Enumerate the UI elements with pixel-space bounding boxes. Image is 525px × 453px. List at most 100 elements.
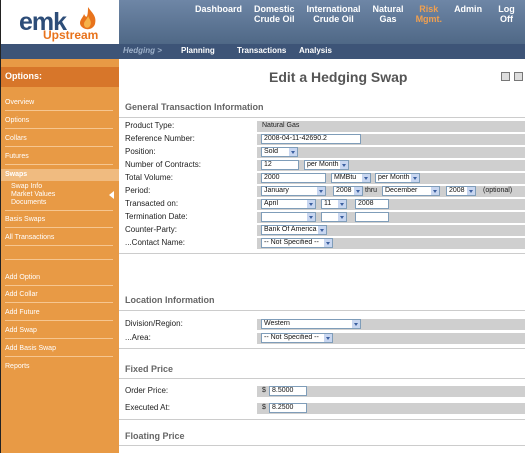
transacted-month-value: April: [264, 200, 279, 207]
volume-per-value: per Month: [378, 174, 410, 181]
contracts-unit-select[interactable]: per Month: [304, 160, 349, 170]
period-from-month-select[interactable]: January: [261, 186, 326, 196]
sidebar-item-collars[interactable]: Collars: [5, 135, 27, 142]
section-fixed-price: Fixed Price: [125, 364, 174, 374]
sidebar-item-basis-swaps[interactable]: Basis Swaps: [5, 216, 45, 223]
counterparty-select[interactable]: Bank Of America: [261, 225, 327, 235]
divider: [5, 338, 113, 339]
sidebar-heading-label: Options:: [5, 71, 42, 81]
sidebar-action-add-option[interactable]: Add Option: [5, 274, 40, 281]
logo[interactable]: emk Upstream: [1, 0, 119, 44]
nav-risk-mgmt[interactable]: Risk Mgmt.: [410, 4, 449, 24]
volume-per-select[interactable]: per Month: [375, 173, 420, 183]
volume-input[interactable]: 2000: [261, 173, 326, 183]
termination-year-input[interactable]: [355, 212, 389, 222]
chevron-down-icon: [307, 213, 315, 221]
label-termination: Termination Date:: [125, 212, 188, 221]
nav-admin[interactable]: Admin: [448, 4, 488, 24]
divider: [5, 128, 113, 129]
volume-unit-value: MMBtu: [334, 174, 357, 181]
divider: [119, 117, 525, 118]
divider: [5, 285, 113, 286]
divider: [5, 164, 113, 165]
nav-domestic-crude[interactable]: Domestic Crude Oil: [248, 4, 301, 24]
chevron-down-icon: [338, 200, 346, 208]
sidebar-item-overview[interactable]: Overview: [5, 99, 34, 106]
chevron-down-icon: [318, 226, 326, 234]
nav-dashboard[interactable]: Dashboard: [189, 4, 248, 24]
position-value: Sold: [264, 148, 279, 155]
top-header: emk Upstream Dashboard Domestic Crude Oi…: [1, 0, 525, 44]
chevron-down-icon: [340, 161, 348, 169]
sidebar-subitem-market-values[interactable]: Market Values: [11, 191, 55, 199]
executed-price-input[interactable]: 8.2500: [269, 403, 307, 413]
sidebar: Options: Overview Options Collars Future…: [1, 59, 119, 453]
chevron-down-icon: [362, 174, 370, 182]
transacted-day-value: 11: [324, 200, 332, 207]
label-reference: Reference Number:: [125, 134, 195, 143]
divider: [5, 210, 113, 211]
order-price-input[interactable]: 8.5000: [269, 386, 307, 396]
divider: [119, 253, 525, 254]
section-floating-price: Floating Price: [125, 431, 185, 441]
nav-log-off[interactable]: Log Off: [488, 4, 525, 24]
termination-day-select[interactable]: [321, 212, 347, 222]
chevron-down-icon: [324, 239, 332, 247]
nav-international-crude[interactable]: International Crude Oil: [301, 4, 367, 24]
subnav-transactions[interactable]: Transactions: [237, 46, 286, 55]
transacted-year-input[interactable]: 2008: [355, 199, 389, 209]
sidebar-action-add-basis-swap[interactable]: Add Basis Swap: [5, 345, 56, 352]
chevron-down-icon: [317, 187, 325, 195]
division-select[interactable]: Western: [261, 319, 361, 329]
sidebar-item-futures[interactable]: Futures: [5, 153, 29, 160]
sidebar-action-add-future[interactable]: Add Future: [5, 309, 40, 316]
division-value: Western: [264, 320, 290, 327]
sidebar-subitem-swap-info[interactable]: Swap Info: [11, 183, 42, 191]
contact-select[interactable]: -- Not Specified --: [261, 238, 333, 248]
sidebar-item-swaps[interactable]: Swaps: [5, 171, 27, 178]
volume-unit-select[interactable]: MMBtu: [331, 173, 371, 183]
contracts-input[interactable]: 12: [261, 160, 299, 170]
divider: [119, 445, 525, 446]
currency-symbol: $: [262, 387, 266, 394]
sidebar-action-reports[interactable]: Reports: [5, 363, 30, 370]
label-transacted: Transacted on:: [125, 199, 179, 208]
period-to-month-value: December: [385, 187, 418, 194]
contact-value: -- Not Specified --: [264, 239, 319, 246]
top-nav: Dashboard Domestic Crude Oil Internation…: [189, 4, 525, 24]
reference-input[interactable]: 2008-04-11-42690.2: [261, 134, 361, 144]
sidebar-item-options[interactable]: Options: [5, 117, 29, 124]
sidebar-subitem-documents[interactable]: Documents: [11, 199, 46, 207]
subnav-analysis[interactable]: Analysis: [299, 46, 332, 55]
app-window: emk Upstream Dashboard Domestic Crude Oi…: [0, 0, 525, 453]
termination-month-select[interactable]: [261, 212, 316, 222]
sidebar-action-add-collar[interactable]: Add Collar: [5, 291, 38, 298]
label-division: Division/Region:: [125, 319, 183, 328]
transacted-day-select[interactable]: 11: [321, 199, 347, 209]
sidebar-action-add-swap[interactable]: Add Swap: [5, 327, 37, 334]
chevron-down-icon: [431, 187, 439, 195]
label-counterparty: Counter-Party:: [125, 225, 178, 234]
thru-label: thru: [365, 187, 378, 194]
period-to-month-select[interactable]: December: [382, 186, 440, 196]
print-icon[interactable]: [501, 72, 510, 81]
nav-natural-gas[interactable]: Natural Gas: [367, 4, 410, 24]
chevron-down-icon: [289, 148, 297, 156]
divider: [5, 320, 113, 321]
period-to-year-select[interactable]: 2008: [446, 186, 476, 196]
subnav-planning[interactable]: Planning: [181, 46, 215, 55]
period-from-year-select[interactable]: 2008: [333, 186, 363, 196]
transacted-month-select[interactable]: April: [261, 199, 316, 209]
chevron-down-icon: [307, 200, 315, 208]
divider: [5, 227, 113, 228]
label-contact: ...Contact Name:: [125, 238, 186, 247]
main-content: Edit a Hedging Swap General Transaction …: [119, 59, 525, 453]
subnav-hedging[interactable]: Hedging >: [123, 46, 162, 55]
export-icon[interactable]: [514, 72, 523, 81]
divider: [5, 259, 113, 260]
area-select[interactable]: -- Not Specified --: [261, 333, 333, 343]
period-to-year-value: 2008: [449, 187, 465, 194]
divider: [119, 378, 525, 379]
sidebar-item-all-transactions[interactable]: All Transactions: [5, 234, 54, 241]
position-select[interactable]: Sold: [261, 147, 298, 157]
